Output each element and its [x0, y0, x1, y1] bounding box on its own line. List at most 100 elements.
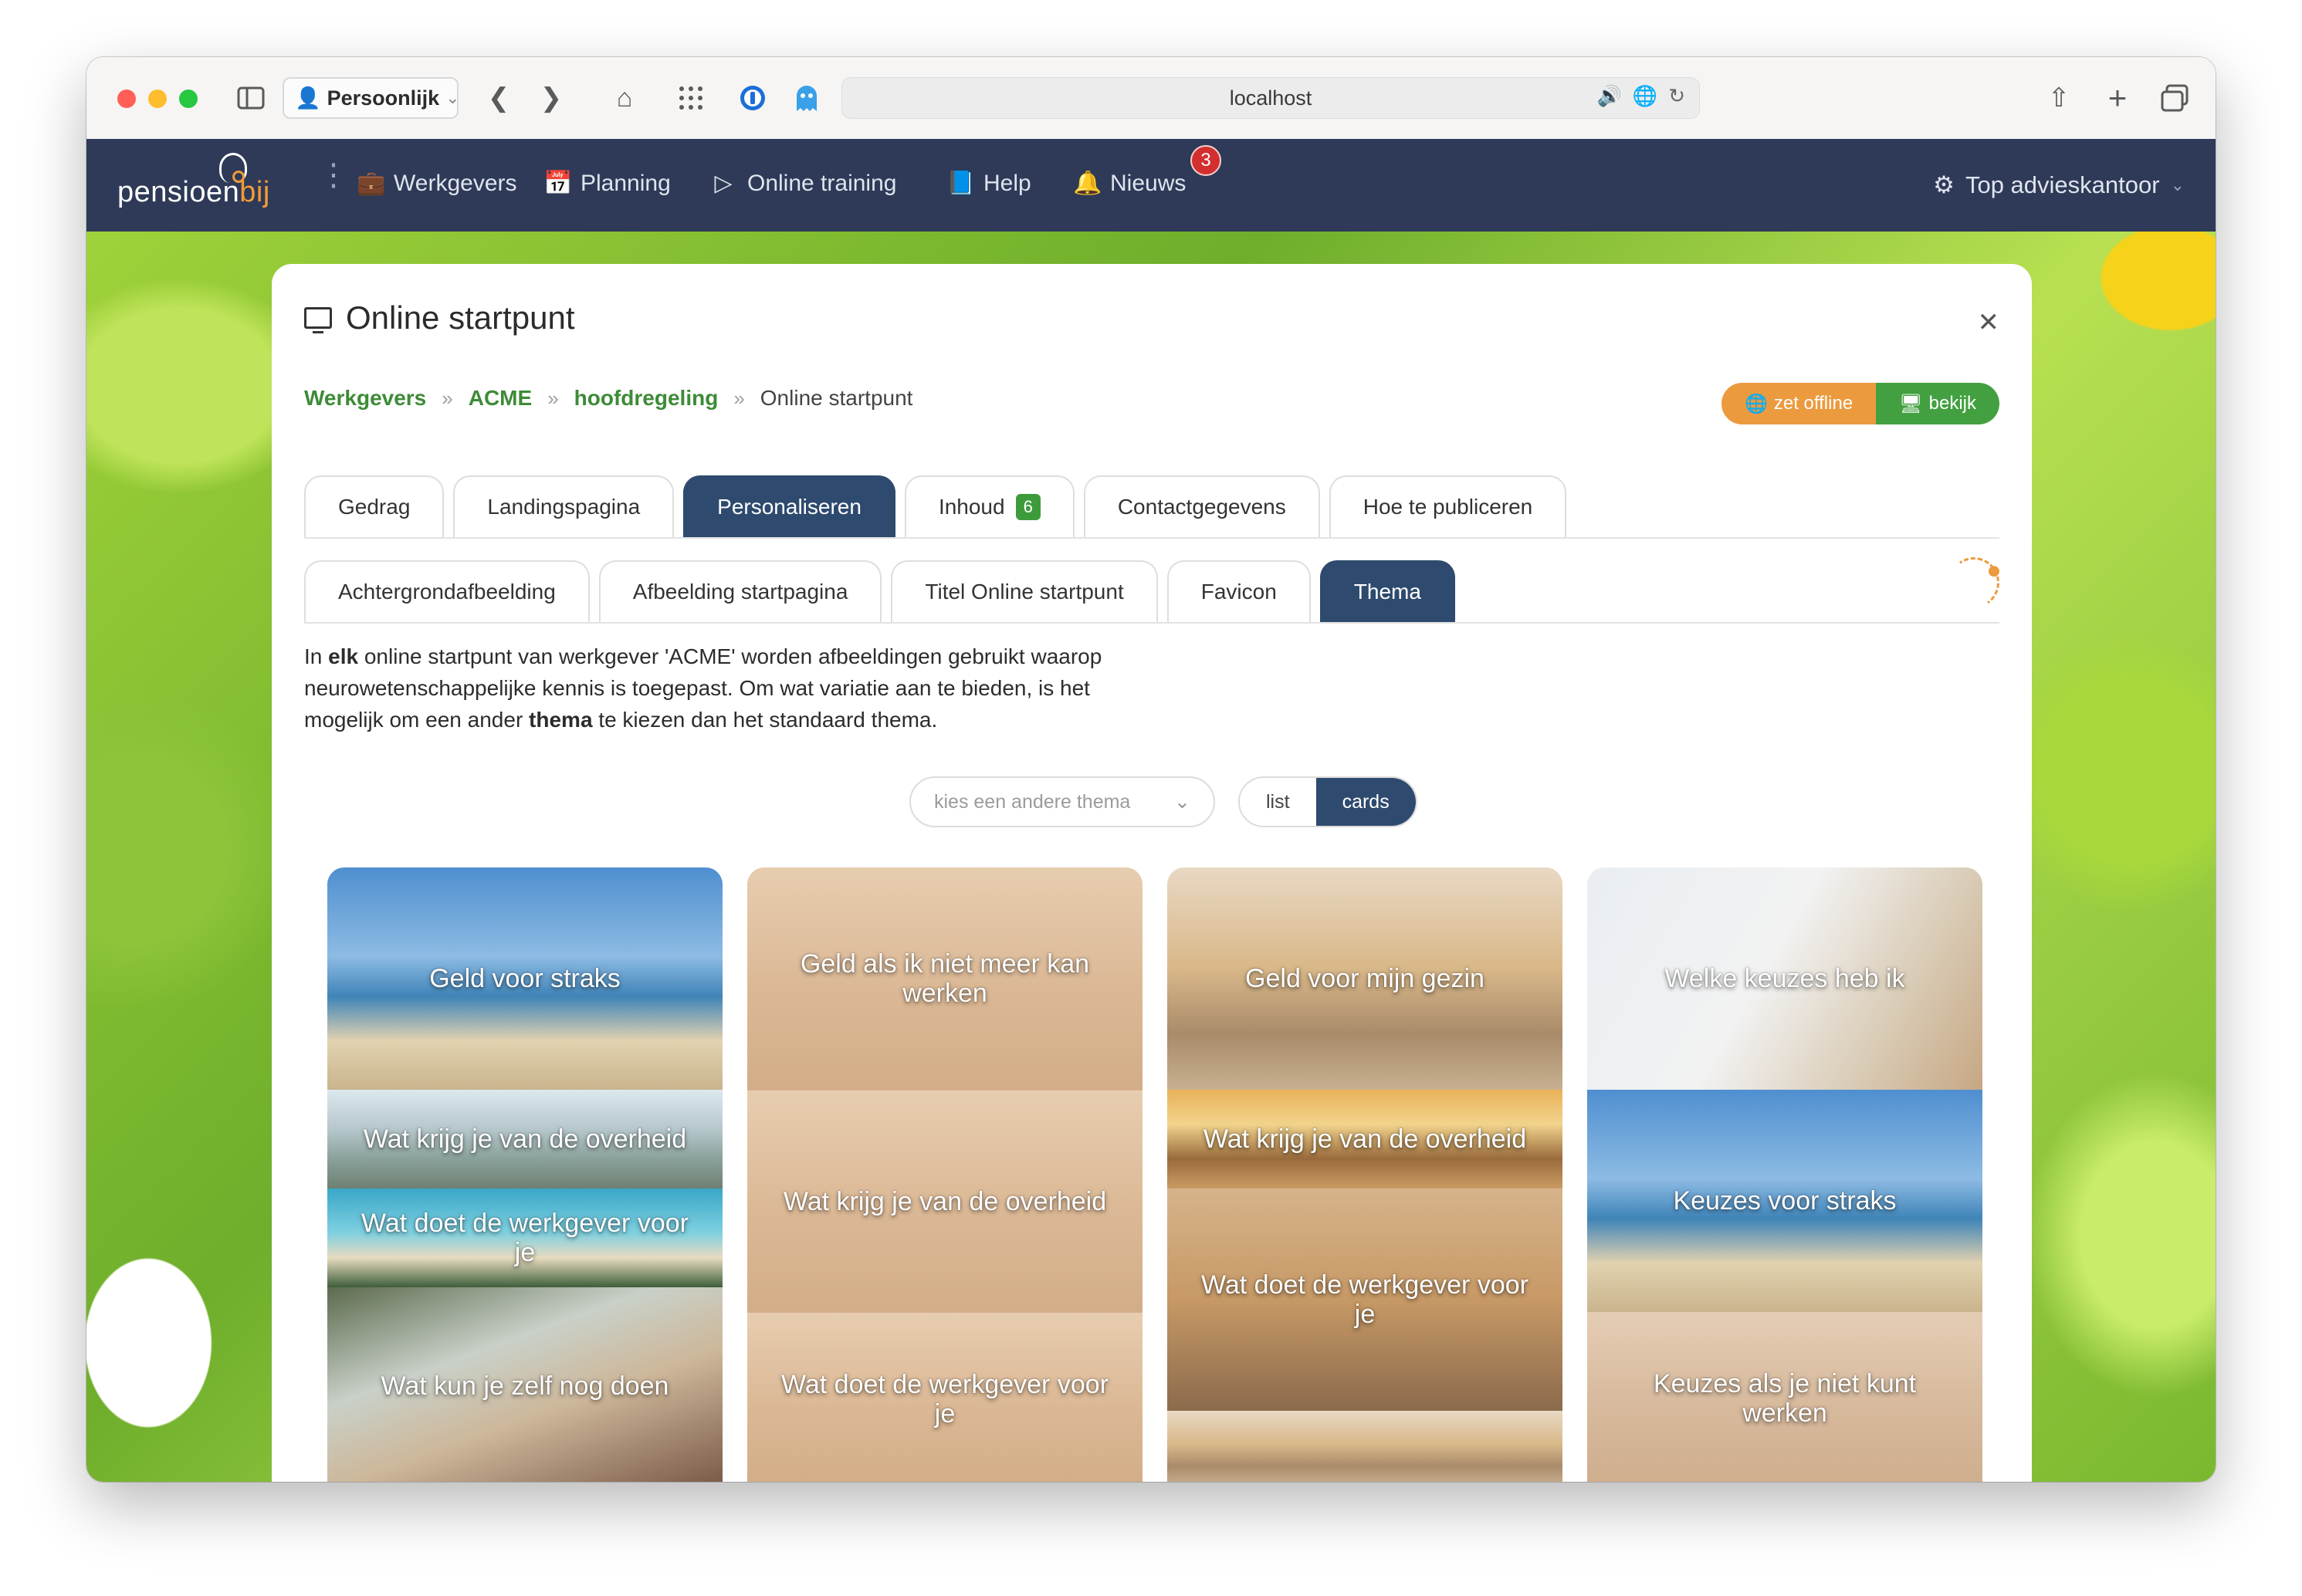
- chevron-right-icon: »: [733, 386, 745, 410]
- nav-item-planning[interactable]: 📅 Planning: [543, 170, 671, 197]
- apps-grid-icon[interactable]: [672, 80, 710, 116]
- breadcrumb-werkgevers[interactable]: Werkgevers: [304, 386, 426, 411]
- card-tile: Keuzes als je niet kunt werken: [1587, 1312, 1982, 1482]
- thema-select[interactable]: kies een andere thema ⌄: [909, 776, 1215, 827]
- theme-card-2[interactable]: Geld als ik niet meer kan werken Wat kri…: [747, 867, 1143, 1482]
- account-menu[interactable]: ⚙ Top advieskantoor ⌄: [1933, 171, 2185, 199]
- zet-offline-button[interactable]: 🌐 zet offline: [1721, 383, 1877, 424]
- tab-afbeelding-startpagina[interactable]: Afbeelding startpagina: [598, 560, 882, 622]
- share-icon[interactable]: ⇧: [2040, 80, 2078, 116]
- thema-description: In elk online startpunt van werkgever 'A…: [304, 644, 1102, 732]
- calendar-icon: 📅: [543, 171, 573, 196]
- action-buttons: 🌐 zet offline 🖥 bekijk: [1721, 383, 1999, 424]
- bell-icon: 🔔: [1073, 171, 1102, 196]
- card-tile: Wat kun je zelf nog doen: [327, 1287, 723, 1482]
- card-tile: [1167, 1411, 1562, 1482]
- reload-icon[interactable]: ↻: [1668, 84, 1685, 108]
- chevron-down-icon: ⌄: [2170, 175, 2185, 194]
- panel-title: Online startpunt: [304, 299, 575, 336]
- tab-thema[interactable]: Thema: [1319, 560, 1455, 622]
- app-navigation: pensioenbij ⋮ 💼 Werkgevers 📅 Planning ▷ …: [86, 139, 2216, 232]
- chevron-right-icon: »: [442, 386, 453, 410]
- news-count-badge: 3: [1190, 145, 1221, 176]
- breadcrumb-current: Online startpunt: [760, 386, 913, 410]
- person-icon: 👤: [295, 86, 321, 110]
- tab-overview-icon[interactable]: [2155, 80, 2194, 116]
- card-tile: Wat krijg je van de overheid: [327, 1090, 723, 1189]
- cards-view-button[interactable]: cards: [1315, 778, 1416, 826]
- tab-contactgegevens[interactable]: Contactgegevens: [1083, 475, 1320, 537]
- chevron-down-icon: ⌄: [445, 88, 460, 107]
- tab-favicon[interactable]: Favicon: [1166, 560, 1311, 622]
- chevron-right-icon: »: [547, 386, 559, 410]
- card-tile: Geld voor mijn gezin: [1167, 867, 1562, 1090]
- zoom-window-button[interactable]: [179, 90, 198, 108]
- home-icon[interactable]: ⌂: [605, 80, 644, 116]
- tab-inhoud[interactable]: Inhoud 6: [904, 475, 1075, 537]
- address-bar[interactable]: localhost 🔊 🌐 ↻: [841, 77, 1700, 119]
- nav-item-help[interactable]: 📘 Help: [946, 170, 1031, 197]
- theme-card-4[interactable]: Welke keuzes heb ik Keuzes voor straks K…: [1587, 867, 1982, 1482]
- close-window-button[interactable]: [117, 90, 136, 108]
- forward-arrow-icon[interactable]: ❯: [536, 80, 567, 116]
- tab-hoe-te-publiceren[interactable]: Hoe te publiceren: [1329, 475, 1567, 537]
- list-view-button[interactable]: list: [1240, 778, 1316, 826]
- browser-window: 👤 Persoonlijk ⌄ ❮ ❯ ⌂ localhost 🔊 🌐 ↻ ⇧ …: [86, 57, 2216, 1482]
- tab-achtergrondafbeelding[interactable]: Achtergrondafbeelding: [304, 560, 590, 622]
- breadcrumb: Werkgevers » ACME » hoofdregeling » Onli…: [304, 386, 912, 411]
- new-tab-icon[interactable]: +: [2098, 79, 2137, 116]
- card-tile: Welke keuzes heb ik: [1587, 867, 1982, 1090]
- tab-titel-online-startpunt[interactable]: Titel Online startpunt: [891, 560, 1158, 622]
- loading-spinner-icon: [1944, 553, 2004, 613]
- book-icon: 📘: [946, 171, 976, 196]
- online-startpunt-panel: Online startpunt ✕ Werkgevers » ACME » h…: [272, 264, 2032, 1482]
- pensioenbij-logo[interactable]: pensioenbij: [117, 176, 270, 209]
- breadcrumb-acme[interactable]: ACME: [469, 386, 532, 411]
- profile-selector[interactable]: 👤 Persoonlijk ⌄: [283, 77, 460, 119]
- minimize-window-button[interactable]: [148, 90, 167, 108]
- theme-card-1[interactable]: Geld voor straks Wat krijg je van de ove…: [327, 867, 723, 1482]
- ghost-extension-icon[interactable]: [787, 80, 826, 116]
- tab-personaliseren[interactable]: Personaliseren: [683, 475, 895, 537]
- monitor-icon: 🖥: [1899, 393, 1923, 414]
- more-vertical-icon[interactable]: ⋮: [318, 160, 349, 191]
- chevron-down-icon: ⌄: [1174, 791, 1190, 813]
- tab-gedrag[interactable]: Gedrag: [304, 475, 445, 537]
- gear-icon: ⚙: [1933, 171, 1955, 198]
- view-toggle: list cards: [1238, 776, 1417, 827]
- main-tabs: Gedrag Landingspagina Personaliseren Inh…: [304, 475, 1567, 537]
- sub-tabs: Achtergrondafbeelding Afbeelding startpa…: [304, 560, 1455, 622]
- close-icon[interactable]: ✕: [1978, 307, 2000, 338]
- tabs-divider: [304, 537, 1999, 539]
- breadcrumb-hoofdregeling[interactable]: hoofdregeling: [574, 386, 719, 411]
- bekijk-button[interactable]: 🖥 bekijk: [1876, 383, 1999, 424]
- card-tile: Wat krijg je van de overheid: [747, 1090, 1143, 1313]
- play-circle-icon: ▷: [714, 171, 733, 196]
- card-tile: Wat doet de werkgever voor je: [747, 1312, 1143, 1482]
- card-tile: Keuzes voor straks: [1587, 1090, 1982, 1312]
- thema-select-placeholder: kies een andere thema: [934, 790, 1131, 813]
- back-arrow-icon[interactable]: ❮: [483, 80, 514, 116]
- subtabs-divider: [304, 622, 1999, 624]
- card-tile: Geld als ik niet meer kan werken: [747, 867, 1143, 1090]
- url-text: localhost: [1229, 86, 1312, 110]
- card-tile: Geld voor straks: [327, 867, 723, 1090]
- briefcase-icon: 💼: [357, 171, 386, 196]
- nav-item-online-training[interactable]: ▷ Online training: [710, 170, 896, 197]
- card-tile: Wat doet de werkgever voor je: [1167, 1189, 1562, 1411]
- tab-landingspagina[interactable]: Landingspagina: [453, 475, 675, 537]
- globe-icon: 🌐: [1744, 393, 1768, 414]
- theme-card-3[interactable]: Geld voor mijn gezin Wat krijg je van de…: [1167, 867, 1562, 1482]
- nav-item-nieuws[interactable]: 🔔 Nieuws: [1073, 170, 1186, 197]
- sidebar-toggle-icon[interactable]: [233, 80, 269, 116]
- speaker-icon[interactable]: 🔊: [1596, 84, 1621, 108]
- card-tile: Wat krijg je van de overheid: [1167, 1090, 1562, 1189]
- inhoud-count-badge: 6: [1015, 494, 1041, 520]
- nav-item-werkgevers[interactable]: 💼 Werkgevers: [357, 170, 517, 197]
- monitor-icon: [304, 307, 332, 333]
- password-manager-icon[interactable]: [733, 80, 772, 116]
- account-label: Top advieskantoor: [1965, 171, 2160, 198]
- bee-logo-icon: [219, 153, 247, 183]
- card-tile: Wat doet de werkgever voor je: [327, 1189, 723, 1287]
- translate-icon[interactable]: 🌐: [1633, 84, 1657, 108]
